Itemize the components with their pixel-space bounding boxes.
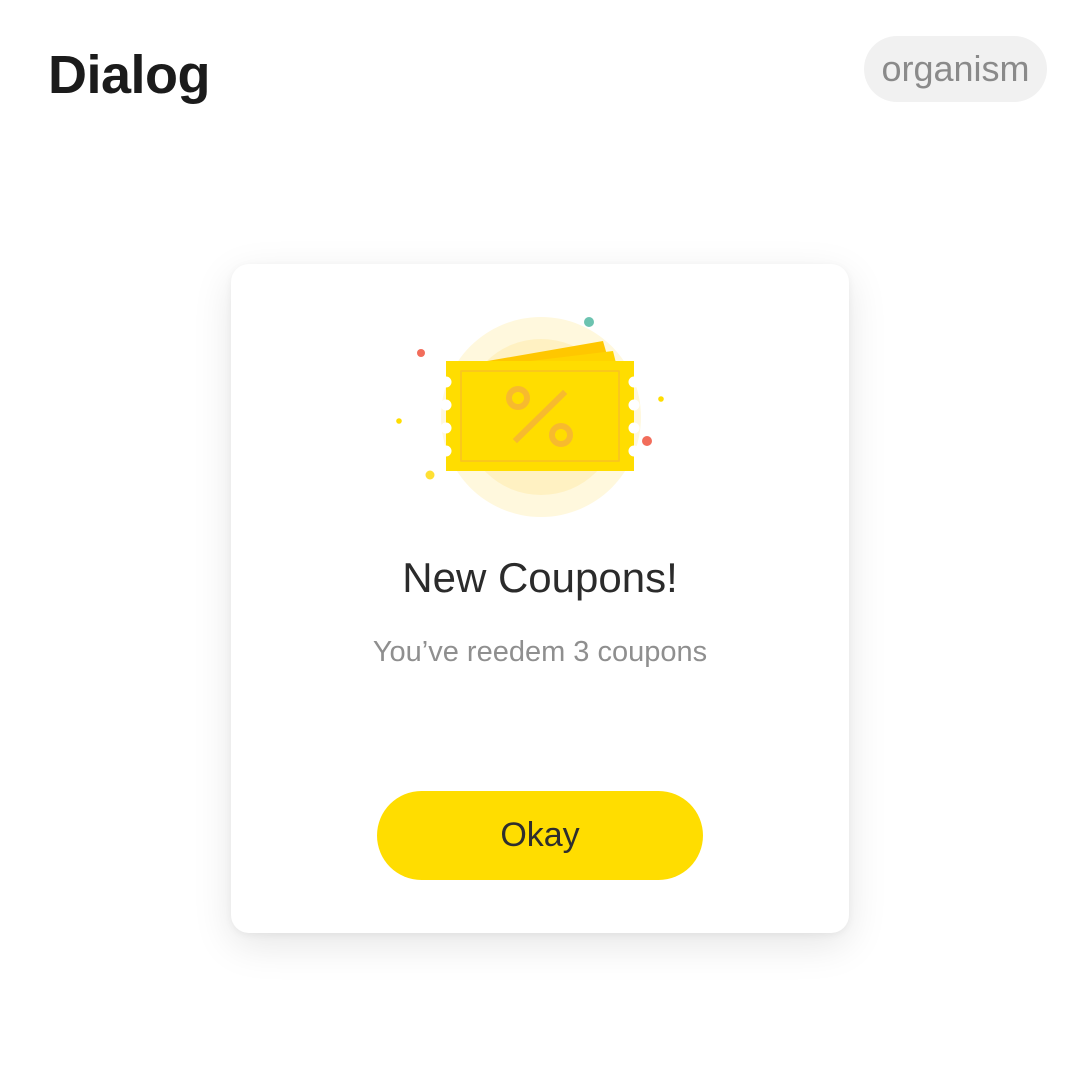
confetti-dot — [425, 470, 435, 480]
category-chip: organism — [864, 36, 1047, 102]
dialog-subtitle: You’ve reedem 3 coupons — [372, 636, 708, 668]
confetti-dot — [658, 396, 664, 402]
dialog-card: New Coupons! You’ve reedem 3 coupons Oka… — [231, 264, 849, 933]
page-title: Dialog — [48, 45, 211, 105]
confetti-dot — [642, 436, 652, 446]
okay-button[interactable]: Okay — [377, 791, 703, 880]
dialog-title: New Coupons! — [402, 554, 678, 601]
confetti-dot — [417, 349, 425, 357]
confetti-dot — [584, 317, 594, 327]
coupon-ticket-icon — [396, 317, 664, 517]
confetti-dot — [396, 418, 402, 424]
page: Dialog organism New Coupons! You’ve reed… — [0, 0, 1080, 1080]
